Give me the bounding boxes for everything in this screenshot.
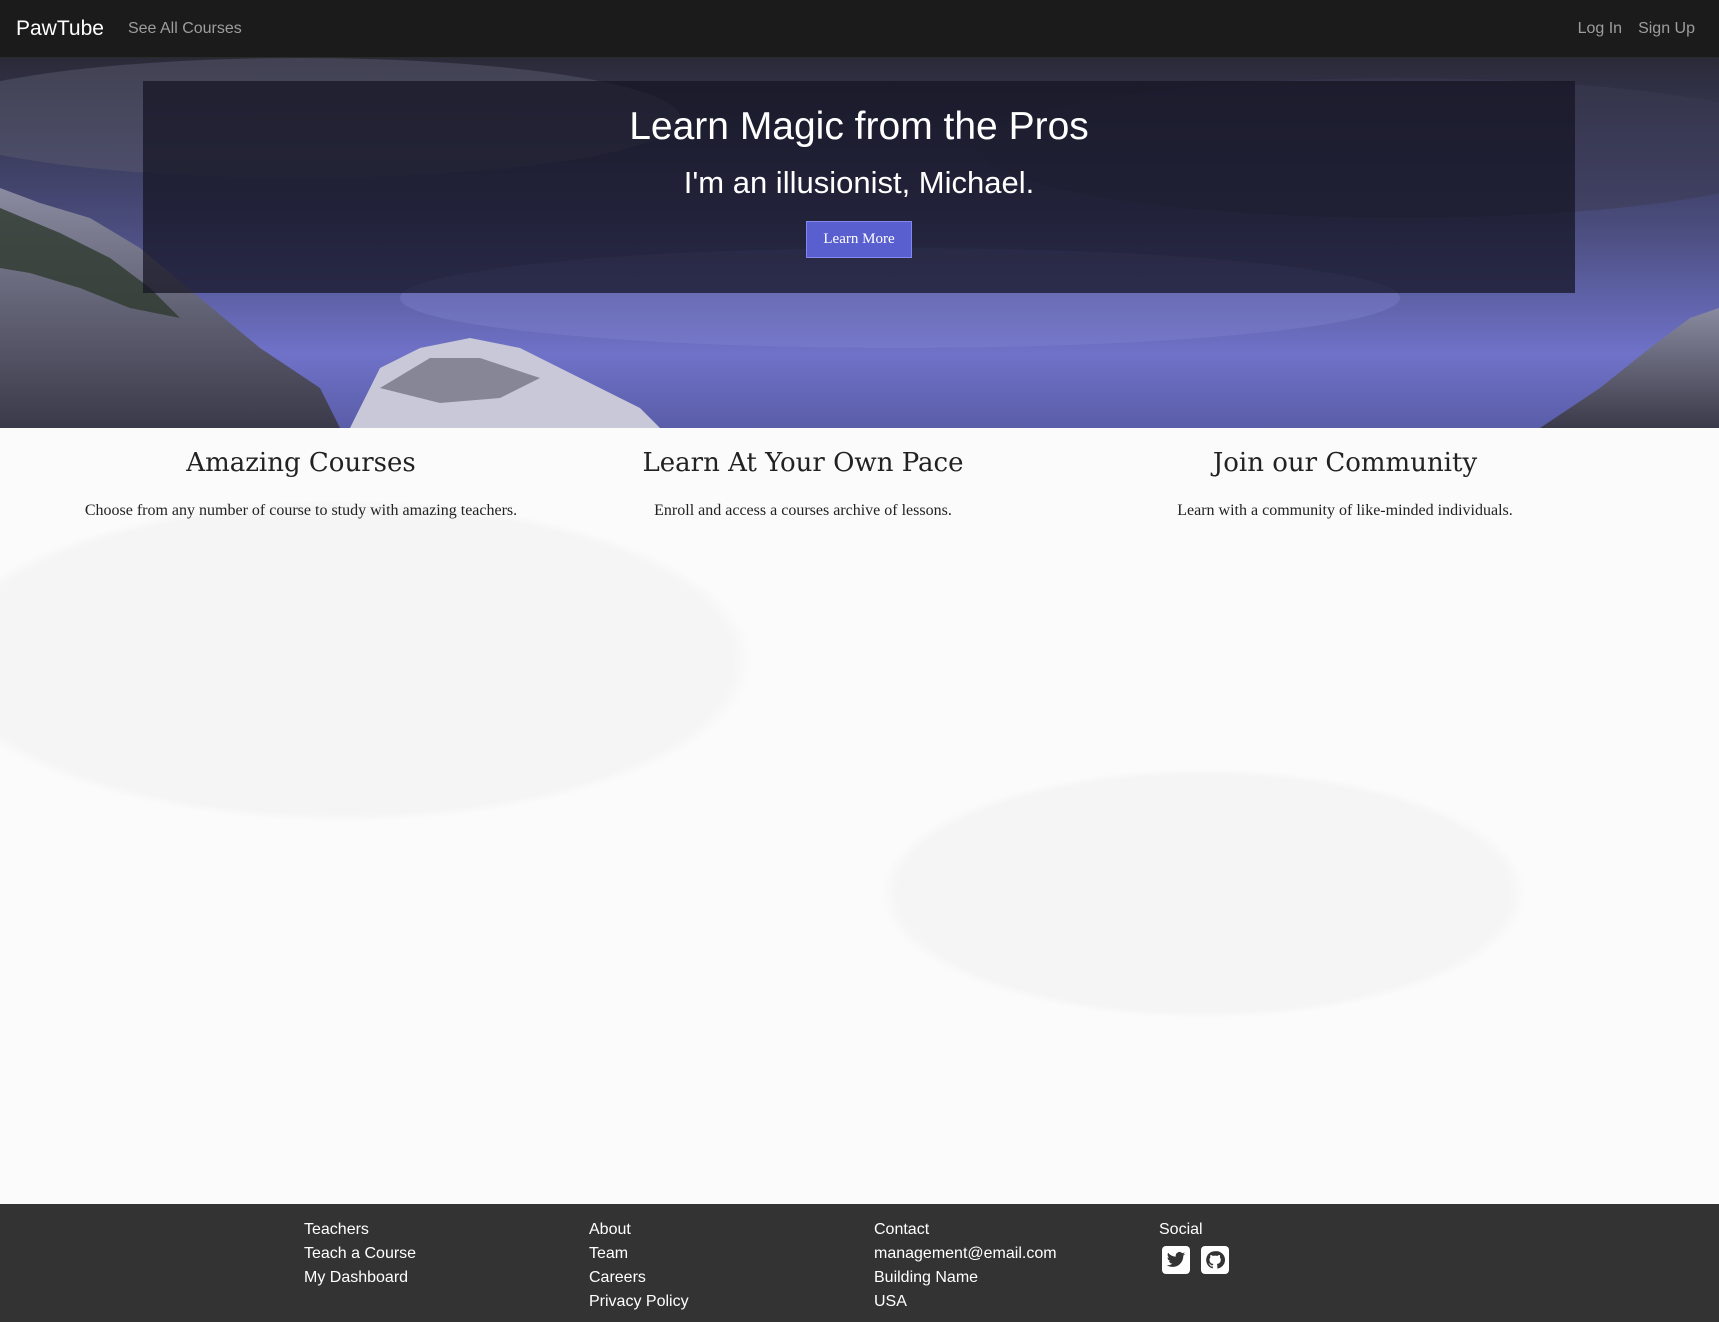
navbar: PawTube See All Courses Log In Sign Up [0,0,1719,58]
footer-social-heading: Social [1159,1221,1203,1238]
footer-teachers-column: Teachers Teach a Course My Dashboard [304,1218,416,1290]
feature-title: Learn At Your Own Pace [642,448,964,478]
hero-panel: Learn Magic from the Pros I'm an illusio… [143,81,1575,293]
features-section: Amazing Courses Choose from any number o… [0,428,1719,1204]
teach-a-course-link[interactable]: Teach a Course [304,1242,416,1266]
feature-own-pace: Learn At Your Own Pace Enroll and access… [580,428,1026,520]
signup-link[interactable]: Sign Up [1638,20,1695,38]
feature-text: Choose from any number of course to stud… [84,502,518,519]
contact-building: Building Name [874,1269,979,1286]
hero-banner: Learn Magic from the Pros I'm an illusio… [0,58,1719,428]
footer-contact-heading: Contact [874,1221,930,1238]
feature-text: Enroll and access a courses archive of l… [654,502,952,519]
footer-about-column: About Team Careers Privacy Policy [589,1218,689,1314]
footer-teachers-heading: Teachers [304,1221,369,1238]
footer-contact-column: Contact management@email.com Building Na… [874,1218,1057,1314]
feature-title: Amazing Courses [186,448,416,478]
footer: Teachers Teach a Course My Dashboard Abo… [0,1204,1719,1322]
social-icons [1162,1246,1240,1274]
my-dashboard-link[interactable]: My Dashboard [304,1266,416,1290]
feature-title: Join our Community [1212,448,1478,478]
footer-about-heading: About [589,1221,631,1238]
team-link[interactable]: Team [589,1242,689,1266]
feature-amazing-courses: Amazing Courses Choose from any number o… [40,428,562,520]
feature-community: Join our Community Learn with a communit… [1110,428,1580,520]
learn-more-button[interactable]: Learn More [806,221,912,258]
login-link[interactable]: Log In [1578,20,1622,38]
hero-subtitle: I'm an illusionist, Michael. [683,165,1035,200]
contact-email: management@email.com [874,1245,1057,1262]
contact-country: USA [874,1293,907,1310]
brand-link[interactable]: PawTube [16,17,104,41]
careers-link[interactable]: Careers [589,1266,689,1290]
see-all-courses-link[interactable]: See All Courses [128,20,242,38]
github-icon[interactable] [1201,1246,1229,1274]
nav-auth-links: Log In Sign Up [1562,20,1695,38]
twitter-icon[interactable] [1162,1246,1190,1274]
privacy-policy-link[interactable]: Privacy Policy [589,1290,689,1314]
hero-title: Learn Magic from the Pros [629,105,1089,148]
footer-social-column: Social [1159,1218,1240,1274]
feature-text: Learn with a community of like-minded in… [1177,502,1513,519]
